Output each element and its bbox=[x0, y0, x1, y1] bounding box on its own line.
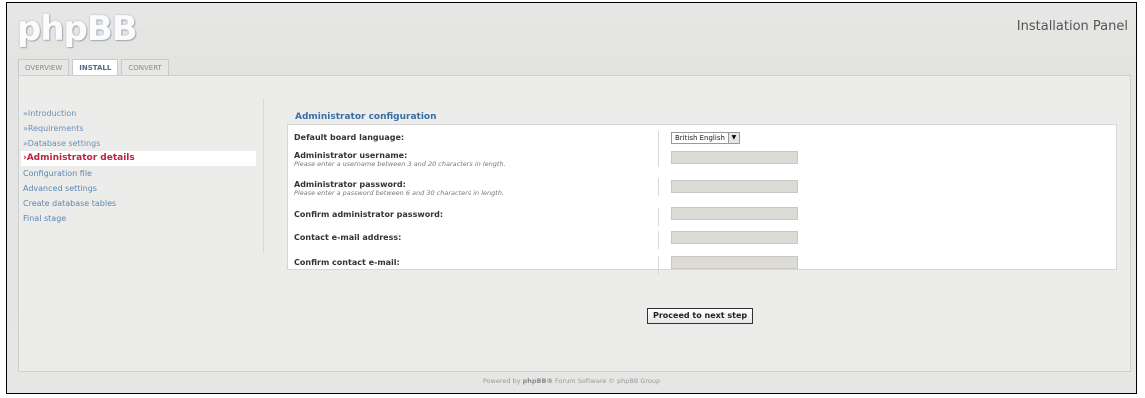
chevron-down-icon[interactable]: ▼ bbox=[727, 133, 739, 143]
sidebar-divider bbox=[263, 98, 264, 253]
admin-config-section: Administrator configuration Default boar… bbox=[287, 112, 1117, 274]
step-requirements[interactable]: »Requirements bbox=[21, 121, 256, 136]
password-row: Administrator password: Please enter a p… bbox=[294, 178, 1094, 197]
step-menu: »Introduction »Requirements »Database se… bbox=[21, 106, 256, 226]
row-divider bbox=[658, 231, 659, 249]
confirm-email-row: Confirm contact e-mail: bbox=[294, 256, 1094, 274]
email-row: Contact e-mail address: bbox=[294, 231, 1094, 249]
language-select[interactable]: British English ▼ bbox=[671, 132, 740, 144]
footer: Powered by phpBB® Forum Software © phpBB… bbox=[7, 377, 1136, 385]
step-final-stage: Final stage bbox=[23, 214, 67, 223]
row-divider bbox=[658, 256, 659, 274]
footer-prefix: Powered by bbox=[482, 377, 523, 385]
footer-brand-link[interactable]: phpBB® bbox=[523, 377, 553, 385]
email-input[interactable] bbox=[671, 231, 798, 244]
step-configuration-file: Configuration file bbox=[23, 169, 92, 178]
language-row: Default board language: British English … bbox=[294, 131, 1094, 149]
row-divider bbox=[658, 131, 659, 149]
tab-install[interactable]: INSTALL bbox=[72, 59, 119, 76]
confirm-password-input[interactable] bbox=[671, 207, 798, 220]
proceed-button[interactable]: Proceed to next step bbox=[647, 308, 754, 324]
panel-title: Installation Panel bbox=[1016, 19, 1128, 34]
username-row: Administrator username: Please enter a u… bbox=[294, 149, 1094, 168]
row-divider bbox=[658, 178, 659, 196]
footer-suffix: Forum Software © phpBB Group bbox=[552, 377, 661, 385]
confirm-email-input[interactable] bbox=[671, 256, 798, 269]
username-input[interactable] bbox=[671, 151, 798, 164]
row-divider bbox=[658, 149, 659, 167]
step-introduction[interactable]: »Introduction bbox=[21, 106, 256, 121]
tab-overview[interactable]: OVERVIEW bbox=[18, 59, 70, 75]
language-selected-value: British English bbox=[675, 134, 725, 142]
fieldset-legend: Administrator configuration bbox=[295, 112, 437, 122]
installer-window: phpBB Installation Panel OVERVIEW INSTAL… bbox=[6, 2, 1137, 394]
step-administrator-details[interactable]: ›Administrator details bbox=[21, 151, 256, 166]
phpbb-logo: phpBB bbox=[17, 9, 138, 49]
admin-config-fieldset: Default board language: British English … bbox=[287, 124, 1117, 274]
step-create-database-tables: Create database tables bbox=[23, 199, 117, 208]
step-database-settings[interactable]: »Database settings bbox=[21, 136, 256, 151]
tab-bar: OVERVIEW INSTALL CONVERT bbox=[18, 59, 169, 76]
tab-convert[interactable]: CONVERT bbox=[121, 59, 169, 75]
main-panel: »Introduction »Requirements »Database se… bbox=[18, 75, 1131, 372]
step-advanced-settings: Advanced settings bbox=[23, 184, 97, 193]
confirm-password-row: Confirm administrator password: bbox=[294, 207, 1094, 226]
password-input[interactable] bbox=[671, 180, 798, 193]
row-divider bbox=[658, 208, 659, 226]
